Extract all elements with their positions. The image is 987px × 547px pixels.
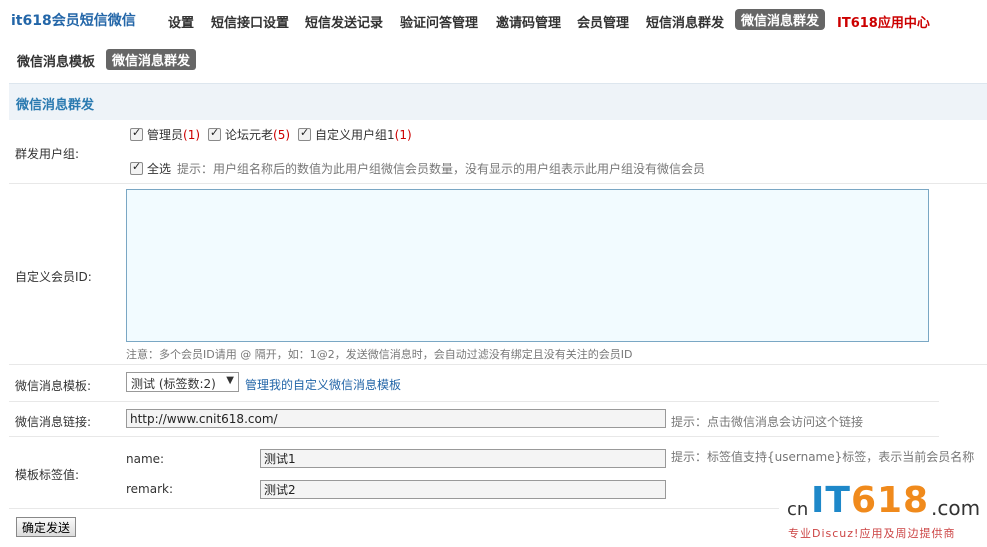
- divider: [9, 183, 987, 184]
- nav-app-center[interactable]: IT618应用中心: [837, 12, 930, 31]
- nav-verify-qa[interactable]: 验证问答管理: [400, 12, 478, 31]
- it618-logo: cn IT618 .com 专业Discuz!应用及周边提供商: [785, 477, 985, 543]
- logo-com: .com: [931, 496, 981, 520]
- section-title: 微信消息群发: [16, 98, 95, 113]
- tags-tip: 提示：标签值支持{username}标签，表示当前会员名称: [671, 450, 975, 464]
- group-name: 管理员: [147, 128, 184, 142]
- link-input[interactable]: [126, 409, 666, 428]
- nav-sms-records[interactable]: 短信发送记录: [305, 12, 383, 31]
- group-tip: 提示：用户组名称后的数值为此用户组微信会员数量，没有显示的用户组表示此用户组没有…: [177, 162, 706, 176]
- manage-templates-link[interactable]: 管理我的自定义微信消息模板: [245, 376, 401, 393]
- tag-name-label: name:: [126, 452, 165, 466]
- select-all-label: 全选: [147, 162, 172, 176]
- link-label: 微信消息链接:: [15, 415, 92, 429]
- template-label: 微信消息模板:: [15, 379, 92, 393]
- custom-ids-label: 自定义会员ID:: [15, 270, 92, 284]
- nav-sms-interface[interactable]: 短信接口设置: [211, 12, 289, 31]
- group-label: 群发用户组:: [15, 147, 80, 161]
- group-count: (5): [273, 127, 291, 142]
- submit-button[interactable]: 确定发送: [16, 517, 76, 537]
- nav-members[interactable]: 会员管理: [577, 12, 629, 31]
- tag-remark-label: remark:: [126, 482, 174, 496]
- checkbox-checked-icon[interactable]: [130, 126, 143, 141]
- group-name: 论坛元老: [225, 128, 274, 142]
- link-tip: 提示：点击微信消息会访问这个链接: [671, 415, 864, 429]
- logo-slogan: 专业Discuz!应用及周边提供商: [788, 527, 956, 540]
- top-nav: it618会员短信微信 设置 短信接口设置 短信发送记录 验证问答管理 邀请码管…: [0, 0, 987, 38]
- nav-settings[interactable]: 设置: [168, 12, 194, 31]
- group-name: 自定义用户组1: [315, 128, 395, 142]
- tab-wechat-templates[interactable]: 微信消息模板: [17, 51, 95, 70]
- divider: [9, 508, 779, 509]
- checkbox-checked-icon[interactable]: [208, 126, 221, 141]
- dropdown-arrow-icon[interactable]: ▼: [226, 375, 234, 386]
- tag-remark-input[interactable]: [260, 480, 666, 499]
- app-brand[interactable]: it618会员短信微信: [11, 10, 136, 30]
- nav-sms-broadcast[interactable]: 短信消息群发: [646, 12, 724, 31]
- group-option-custom1[interactable]: 自定义用户组1(1): [298, 126, 412, 143]
- checkbox-checked-icon[interactable]: [130, 160, 143, 175]
- sub-nav: 微信消息模板 微信消息群发: [0, 49, 987, 72]
- group-count: (1): [394, 127, 412, 142]
- custom-ids-textarea[interactable]: [126, 189, 929, 342]
- group-option-admin[interactable]: 管理员(1): [130, 126, 200, 143]
- template-select[interactable]: 测试 (标签数:2) ▼: [126, 372, 239, 392]
- divider: [9, 436, 939, 437]
- divider: [9, 401, 939, 402]
- group-count: (1): [183, 127, 201, 142]
- logo-cn: cn: [787, 499, 809, 520]
- custom-ids-note: 注意：多个会员ID请用 @ 隔开，如：1@2，发送微信消息时，会自动过滤没有绑定…: [126, 348, 633, 361]
- tags-label: 模板标签值:: [15, 468, 80, 482]
- template-selected-value: 测试 (标签数:2): [131, 377, 216, 391]
- divider: [9, 364, 987, 365]
- logo-it: IT618: [811, 480, 929, 521]
- nav-wechat-broadcast[interactable]: 微信消息群发: [735, 9, 826, 30]
- nav-invite-codes[interactable]: 邀请码管理: [496, 12, 561, 31]
- logo-num: 618: [850, 480, 930, 521]
- select-all[interactable]: 全选 提示：用户组名称后的数值为此用户组微信会员数量，没有显示的用户组表示此用户…: [130, 160, 705, 177]
- section-header: 微信消息群发: [9, 83, 987, 120]
- checkbox-checked-icon[interactable]: [298, 126, 311, 141]
- group-option-elder[interactable]: 论坛元老(5): [208, 126, 290, 143]
- logo-it-text: IT: [811, 480, 851, 521]
- tag-name-input[interactable]: [260, 449, 666, 468]
- tab-wechat-broadcast[interactable]: 微信消息群发: [106, 49, 197, 70]
